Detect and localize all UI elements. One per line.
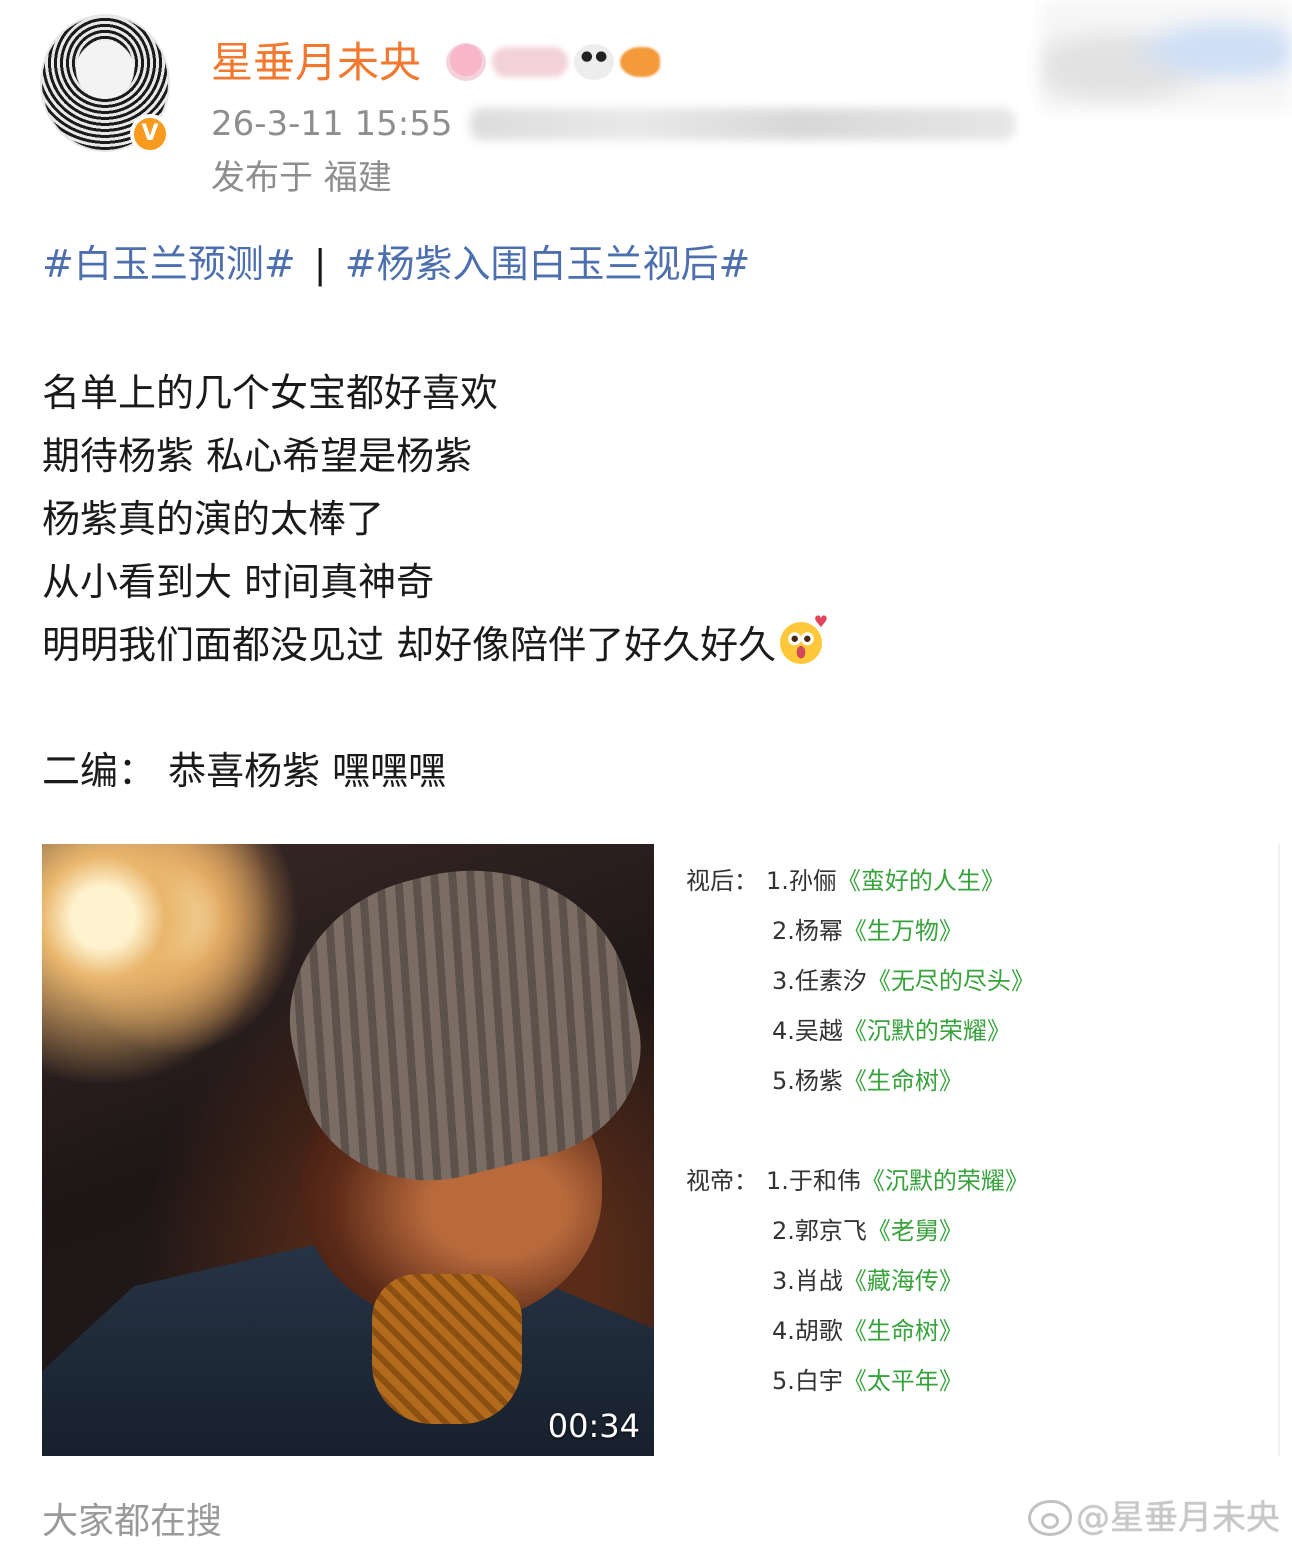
- panda-badge-icon: [574, 44, 614, 80]
- post-timestamp: 26-3-11 15:55: [211, 104, 453, 144]
- nominee-name: 5.杨紫: [772, 1067, 843, 1095]
- blurred-source-info: [470, 108, 1015, 140]
- nominee-row: 3.任素汐《无尽的尽头》: [772, 966, 1035, 996]
- video-duration: 00:34: [547, 1407, 640, 1445]
- topic-link[interactable]: #白玉兰预测#: [42, 242, 296, 286]
- topic-link[interactable]: #杨紫入围白玉兰视后#: [345, 242, 751, 286]
- blurred-badge-icon: [492, 47, 568, 77]
- work-title: 《蛮好的人生》: [836, 867, 1005, 895]
- nominee-row: 2.郭京飞《老舅》: [772, 1216, 963, 1246]
- work-title: 《太平年》: [842, 1367, 963, 1395]
- watermark-text: @星垂月未央: [1076, 1498, 1280, 1538]
- video-still-scarf: [372, 1274, 522, 1424]
- post-text: 名单上的几个女宝都好喜欢 期待杨紫 私心希望是杨紫 杨紫真的演的太棒了 从小看到…: [42, 362, 828, 803]
- post-line: 从小看到大 时间真神奇: [42, 560, 435, 604]
- post-line-text: 明明我们面都没见过 却好像陪伴了好久好久: [42, 623, 777, 667]
- nominee-name: 5.白宇: [772, 1367, 843, 1395]
- nominee-name: 2.郭京飞: [772, 1217, 867, 1245]
- post-line: 名单上的几个女宝都好喜欢: [42, 371, 499, 415]
- pig-badge-icon: [446, 43, 486, 81]
- verified-badge-icon: V: [130, 114, 170, 154]
- weibo-logo-icon: [1028, 1500, 1072, 1536]
- username-link[interactable]: 星垂月未央: [211, 38, 421, 88]
- post-topics: #白玉兰预测# | #杨紫入围白玉兰视后#: [42, 240, 750, 288]
- trending-search-heading: 大家都在搜: [42, 1501, 223, 1542]
- nominee-row: 3.肖战《藏海传》: [772, 1266, 963, 1296]
- nominee-list-image[interactable]: 视后： 1.孙俪《蛮好的人生》 2.杨幂《生万物》 3.任素汐《无尽的尽头》 4…: [654, 844, 1280, 1456]
- post-line: 二编： 恭喜杨紫 嘿嘿嘿: [42, 749, 447, 793]
- nominee-entry: 1.孙俪《蛮好的人生》: [766, 866, 1005, 896]
- post-line: 杨紫真的演的太棒了: [42, 497, 385, 541]
- nominee-name: 4.胡歌: [772, 1317, 843, 1345]
- work-title: 《老舅》: [866, 1217, 963, 1245]
- nominee-row: 5.白宇《太平年》: [772, 1366, 963, 1396]
- post-line: 明明我们面都没见过 却好像陪伴了好久好久 ♥: [42, 614, 828, 677]
- work-title: 《生命树》: [842, 1317, 963, 1345]
- nominee-name: 1.于和伟: [766, 1167, 861, 1195]
- topic-separator: |: [313, 242, 327, 286]
- post-line: 期待杨紫 私心希望是杨紫: [42, 434, 473, 478]
- post-location: 发布于 福建: [211, 158, 392, 198]
- fish-badge-icon: [620, 47, 660, 77]
- heart-icon: ♥: [813, 612, 829, 631]
- nominee-name: 4.吴越: [772, 1017, 843, 1045]
- work-title: 《沉默的荣耀》: [842, 1017, 1011, 1045]
- work-title: 《沉默的荣耀》: [860, 1167, 1029, 1195]
- nominee-name: 2.杨幂: [772, 917, 843, 945]
- work-title: 《生命树》: [842, 1067, 963, 1095]
- nominee-row: 4.吴越《沉默的荣耀》: [772, 1016, 1011, 1046]
- watermark: @星垂月未央: [1028, 1496, 1280, 1540]
- nominee-name: 3.任素汐: [772, 967, 867, 995]
- nominee-row: 5.杨紫《生命树》: [772, 1066, 963, 1096]
- video-thumbnail[interactable]: 00:34: [42, 844, 654, 1456]
- category-label: 视帝：: [686, 1167, 758, 1195]
- post-line: [42, 677, 822, 740]
- nominee-row: 2.杨幂《生万物》: [772, 916, 963, 946]
- nominee-name: 1.孙俪: [766, 867, 837, 895]
- blurred-follow-area: [1040, 0, 1292, 112]
- heart-eyes-face-icon: ♥: [780, 614, 828, 664]
- nominee-entry: 1.于和伟《沉默的荣耀》: [766, 1166, 1029, 1196]
- work-title: 《生万物》: [842, 917, 963, 945]
- nominee-row: 4.胡歌《生命树》: [772, 1316, 963, 1346]
- user-badges: [446, 40, 660, 84]
- work-title: 《藏海传》: [842, 1267, 963, 1295]
- nominee-name: 3.肖战: [772, 1267, 843, 1295]
- category-label: 视后：: [686, 867, 758, 895]
- work-title: 《无尽的尽头》: [866, 967, 1035, 995]
